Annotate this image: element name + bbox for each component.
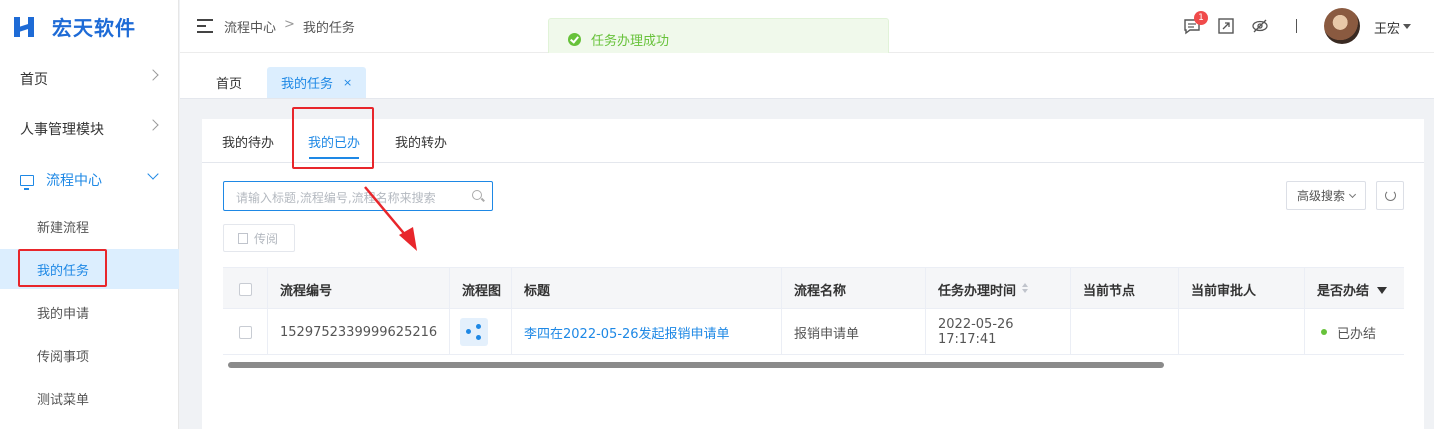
tab-my-done[interactable]: 我的已办 — [308, 132, 360, 151]
sidebar-subitem-test-menu[interactable]: 测试菜单 — [0, 378, 179, 418]
column-header: 当前节点 — [1070, 268, 1178, 310]
advanced-search-label: 高级搜索 — [1296, 189, 1345, 203]
cell-process-id: 1529752339999625216 — [267, 309, 449, 355]
table-header: 流程编号 流程图 标题 流程名称 任务办理时间 当前节点 当前审批人 是否办结 — [223, 267, 1404, 310]
cell-status: 已办结 — [1304, 309, 1404, 355]
status-text: 已办结 — [1337, 326, 1377, 342]
sidebar-item-hr-module[interactable]: 人事管理模块 — [0, 109, 179, 149]
column-header: 标题 — [511, 268, 781, 310]
column-header: 流程编号 — [267, 268, 449, 310]
select-all-cell — [223, 268, 267, 310]
page-tab-my-tasks[interactable]: 我的任务 × — [267, 67, 367, 98]
monitor-icon — [20, 174, 34, 190]
task-title-link[interactable]: 李四在2022-05-26发起报销申请单 — [524, 323, 730, 342]
filter-icon[interactable] — [1377, 286, 1388, 294]
cell-current-node — [1070, 309, 1178, 355]
close-icon[interactable]: × — [343, 76, 352, 89]
sidebar-subitem-my-tasks[interactable]: 我的任务 — [0, 249, 179, 289]
column-header-filterable[interactable]: 是否办结 — [1304, 268, 1404, 310]
sidebar-subitem-label: 新建流程 — [37, 220, 90, 236]
breadcrumb-item[interactable]: 流程中心 — [224, 17, 276, 36]
breadcrumb-item: 我的任务 — [302, 21, 355, 36]
chevron-right-icon — [147, 69, 159, 81]
column-header: 流程图 — [449, 268, 511, 310]
divider — [1296, 19, 1297, 33]
row-checkbox[interactable] — [238, 325, 252, 339]
message-count-badge: 1 — [1194, 11, 1208, 25]
circulate-button[interactable]: 传阅 — [223, 224, 295, 252]
caret-down-icon[interactable] — [1403, 24, 1411, 29]
sidebar-subitem-label: 我的申请 — [37, 306, 90, 322]
document-icon — [238, 232, 248, 244]
chevron-right-icon — [147, 119, 159, 131]
breadcrumb-separator: > — [284, 17, 295, 32]
inner-tabs: 我的待办 我的已办 我的转办 — [202, 119, 1424, 163]
sidebar: 宏天软件 首页 人事管理模块 流程中心 新建流程 我的任务 我的申请 传阅事项 … — [0, 0, 179, 429]
user-name[interactable]: 王宏 — [1374, 18, 1400, 37]
toast-message: 任务办理成功 — [591, 33, 670, 49]
sidebar-subitem-my-applications[interactable]: 我的申请 — [0, 292, 179, 332]
cell-task-time: 2022-05-26 17:17:41 — [925, 309, 1070, 355]
logo[interactable]: 宏天软件 — [0, 0, 178, 53]
column-header: 当前审批人 — [1178, 268, 1304, 310]
sidebar-subitem-label: 测试菜单 — [37, 392, 90, 408]
sidebar-item-process-center[interactable]: 流程中心 — [0, 160, 179, 200]
fullscreen-icon[interactable] — [1217, 17, 1235, 35]
hide-eye-icon[interactable] — [1251, 17, 1269, 35]
sidebar-subitem-label: 我的任务 — [37, 263, 90, 279]
logo-mark-icon — [14, 15, 38, 39]
status-dot-icon — [1321, 329, 1327, 335]
menu-collapse-icon[interactable] — [197, 19, 213, 33]
chevron-down-icon — [1348, 190, 1357, 198]
active-tab-indicator — [309, 157, 359, 159]
page-tab-home[interactable]: 首页 — [202, 67, 256, 98]
refresh-button[interactable] — [1376, 181, 1404, 210]
brand-name: 宏天软件 — [52, 16, 136, 40]
chevron-down-icon — [147, 168, 159, 180]
annotation-arrow-icon — [364, 186, 417, 251]
flowchart-icon[interactable] — [460, 318, 488, 346]
sidebar-subitem-new-process[interactable]: 新建流程 — [0, 206, 179, 246]
row-select-cell — [223, 309, 267, 355]
refresh-icon — [1385, 190, 1396, 201]
column-header: 流程名称 — [781, 268, 925, 310]
circulate-label: 传阅 — [254, 231, 279, 246]
select-all-checkbox[interactable] — [238, 282, 252, 296]
page-tab-label: 首页 — [216, 77, 243, 92]
cell-process-name: 报销申请单 — [781, 309, 925, 355]
tab-my-transferred[interactable]: 我的转办 — [395, 132, 447, 151]
message-icon[interactable]: 1 — [1183, 11, 1208, 35]
sidebar-item-label: 人事管理模块 — [20, 122, 104, 138]
cell-current-approver — [1178, 309, 1304, 355]
sidebar-subitem-label: 传阅事项 — [37, 349, 90, 365]
breadcrumb: 流程中心 > 我的任务 — [224, 17, 355, 36]
sidebar-item-home[interactable]: 首页 — [0, 59, 179, 99]
sidebar-item-label: 流程中心 — [46, 173, 102, 189]
search-icon[interactable] — [472, 190, 482, 200]
cell-flowchart — [449, 309, 511, 355]
tab-my-todo[interactable]: 我的待办 — [222, 132, 274, 151]
cell-title: 李四在2022-05-26发起报销申请单 — [511, 309, 781, 355]
page-tab-label: 我的任务 — [281, 77, 334, 92]
horizontal-scrollbar[interactable] — [228, 362, 1164, 368]
check-circle-icon — [568, 32, 581, 46]
search-input[interactable]: 请输入标题,流程编号,流程名称来搜索 — [223, 181, 493, 211]
table-row[interactable]: 1529752339999625216 李四在2022-05-26发起报销申请单… — [223, 309, 1404, 355]
content-card: 我的待办 我的已办 我的转办 请输入标题,流程编号,流程名称来搜索 高级搜索 传… — [202, 119, 1424, 429]
sidebar-subitem-circulation[interactable]: 传阅事项 — [0, 335, 179, 375]
page-tabs-bar: 首页 我的任务 × — [180, 53, 1434, 99]
avatar[interactable] — [1324, 8, 1360, 44]
advanced-search-button[interactable]: 高级搜索 — [1286, 181, 1366, 210]
column-header-sortable[interactable]: 任务办理时间 — [925, 268, 1070, 310]
sidebar-item-label: 首页 — [20, 72, 48, 88]
